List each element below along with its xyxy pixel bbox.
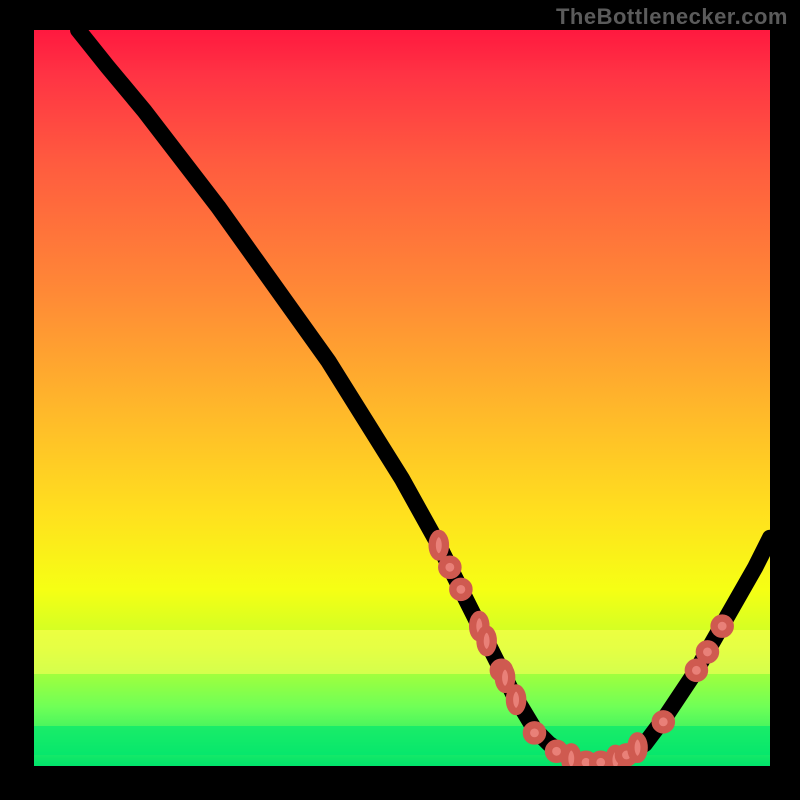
marker-dot	[432, 533, 445, 557]
marker-dot	[655, 714, 671, 730]
marker-dot	[688, 662, 704, 678]
frame-border-right	[770, 0, 800, 800]
markers-layer	[34, 30, 770, 766]
marker-dot	[699, 644, 715, 660]
marker-dot	[442, 559, 458, 575]
marker-dot	[631, 736, 644, 760]
marker-dot	[480, 629, 493, 653]
frame-border-bottom	[0, 766, 800, 800]
watermark-text: TheBottlenecker.com	[556, 4, 788, 30]
marker-dot	[498, 666, 511, 690]
plot-area	[34, 30, 770, 766]
marker-dot	[453, 581, 469, 597]
marker-dot	[714, 618, 730, 634]
chart-frame: TheBottlenecker.com	[0, 0, 800, 800]
marker-dot	[509, 688, 522, 712]
frame-border-left	[0, 0, 34, 800]
marker-dot	[526, 725, 542, 741]
